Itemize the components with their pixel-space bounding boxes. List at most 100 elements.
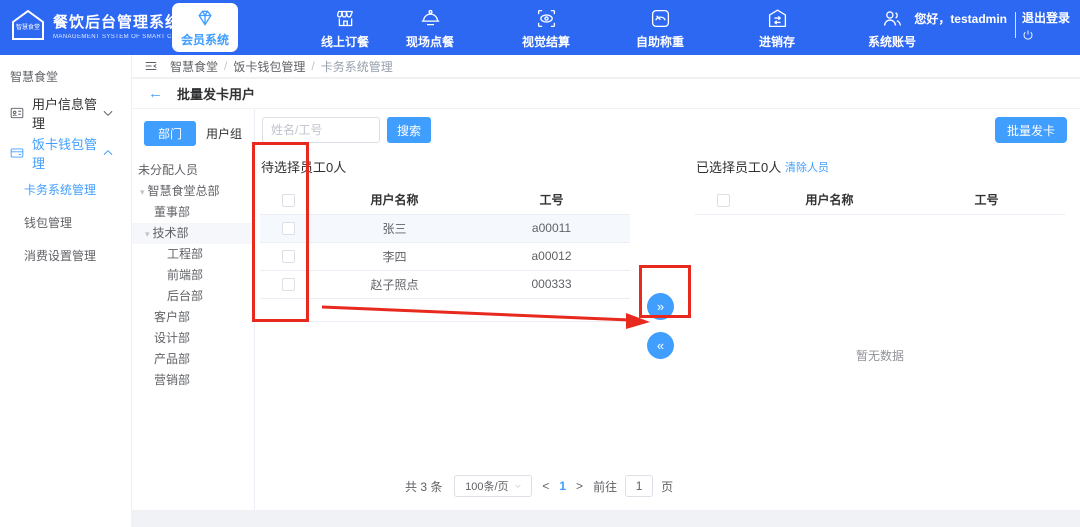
tree-node[interactable]: 后台部: [132, 286, 254, 307]
employee-id: a00012: [473, 242, 630, 270]
content-card: ← 批量发卡用户 部门 用户组 未分配人员 ▾智慧食堂总部 董事部 ▾技术部 工…: [132, 79, 1080, 510]
app-root: 智慧食堂 餐饮后台管理系统 MANAGEMENT SYSTEM OF SMART…: [0, 0, 1080, 527]
sidebar-subitem-card-system[interactable]: 卡务系统管理: [0, 173, 131, 206]
tree-node[interactable]: 前端部: [132, 265, 254, 286]
tab-user-group[interactable]: 用户组: [206, 125, 242, 142]
tree-node[interactable]: 产品部: [132, 349, 254, 370]
power-icon: [1022, 29, 1034, 41]
clear-selected-link[interactable]: 清除人员: [785, 159, 829, 175]
department-tree-panel: 部门 用户组 未分配人员 ▾智慧食堂总部 董事部 ▾技术部 工程部 前端部 后台…: [132, 109, 255, 510]
chevron-up-icon: [101, 146, 115, 160]
total-count: 共 3 条: [405, 478, 442, 495]
nav-item-inventory[interactable]: 进销存: [735, 8, 819, 50]
sidebar-subitem-wallet[interactable]: 钱包管理: [0, 206, 131, 239]
sidebar-section-label: 智慧食堂: [0, 55, 131, 85]
table-spacer-row: [260, 298, 630, 321]
nav-item-online-order[interactable]: 线上订餐: [303, 8, 387, 50]
app-logo: 智慧食堂 餐饮后台管理系统 MANAGEMENT SYSTEM OF SMART…: [10, 8, 199, 42]
select-all-checkbox[interactable]: [717, 194, 730, 207]
row-checkbox[interactable]: [282, 250, 295, 263]
scan-eye-icon: [536, 8, 557, 29]
prev-page-button[interactable]: <: [540, 479, 551, 493]
chevron-down-icon: [101, 106, 115, 120]
nav-item-visual-checkout[interactable]: 视觉结算: [504, 8, 588, 50]
top-header: 智慧食堂 餐饮后台管理系统 MANAGEMENT SYSTEM OF SMART…: [0, 0, 1080, 55]
logout-button[interactable]: 退出登录: [1022, 10, 1074, 44]
page-title: 批量发卡用户: [177, 84, 255, 103]
move-right-button[interactable]: »: [647, 293, 674, 320]
employee-id: a00011: [473, 214, 630, 242]
breadcrumb-item[interactable]: 饭卡钱包管理: [233, 58, 305, 75]
dish-icon: [420, 8, 441, 29]
tree-node[interactable]: ▾智慧食堂总部: [132, 181, 254, 202]
column-header: 工号: [908, 186, 1065, 214]
tab-department[interactable]: 部门: [144, 121, 196, 146]
card-header: ← 批量发卡用户: [132, 79, 1080, 109]
pagination: 共 3 条 100条/页 < 1 > 前往 页: [405, 475, 673, 497]
goto-page-input[interactable]: [625, 475, 653, 497]
svg-text:智慧食堂: 智慧食堂: [16, 23, 40, 31]
next-page-button[interactable]: >: [574, 479, 585, 493]
employee-id: 000333: [473, 270, 630, 298]
main-area: 智慧食堂 / 饭卡钱包管理 / 卡务系统管理 ← 批量发卡用户 部门 用户组 未…: [132, 55, 1080, 527]
tree-node[interactable]: 董事部: [132, 202, 254, 223]
chevron-down-icon: [514, 482, 522, 490]
employee-name: 李四: [316, 242, 473, 270]
goto-label: 前往: [593, 478, 617, 495]
warehouse-icon: [767, 8, 788, 29]
table-header-row: 用户名称 工号: [695, 186, 1065, 214]
table-row: 赵子照点 000333: [260, 270, 630, 298]
caret-icon: ▾: [145, 229, 150, 239]
move-left-button[interactable]: «: [647, 332, 674, 359]
users-icon: [882, 8, 903, 29]
selected-list-title: 已选择员工0人: [696, 157, 781, 176]
divider: [1015, 12, 1016, 38]
search-button[interactable]: 搜索: [387, 117, 431, 143]
breadcrumb: 智慧食堂 / 饭卡钱包管理 / 卡务系统管理: [132, 55, 1080, 78]
selected-employees-table: 用户名称 工号: [695, 186, 1065, 215]
sidebar-item-card-wallet[interactable]: 饭卡钱包管理: [0, 133, 131, 173]
breadcrumb-current: 卡务系统管理: [321, 58, 393, 75]
row-checkbox[interactable]: [282, 222, 295, 235]
search-input[interactable]: [262, 117, 380, 143]
tree-node-selected[interactable]: ▾技术部: [132, 223, 254, 244]
column-header: 用户名称: [316, 186, 473, 214]
employee-name: 张三: [316, 214, 473, 242]
greeting-text: 您好，testadmin: [914, 10, 1007, 28]
caret-icon: ▾: [140, 187, 145, 197]
gem-icon: [195, 8, 215, 28]
table-header-row: 用户名称 工号: [260, 186, 630, 214]
current-page[interactable]: 1: [559, 479, 566, 493]
collapse-menu-icon[interactable]: [144, 59, 158, 73]
column-header: 工号: [473, 186, 630, 214]
breadcrumb-item[interactable]: 智慧食堂: [170, 58, 218, 75]
pending-employees-table: 用户名称 工号 张三 a00011 李四 a00012: [260, 186, 630, 322]
wallet-icon: [10, 146, 24, 160]
table-row: 张三 a00011: [260, 214, 630, 242]
goto-unit: 页: [661, 478, 673, 495]
tree-node[interactable]: 客户部: [132, 307, 254, 328]
column-header: 用户名称: [751, 186, 908, 214]
nav-item-onsite-order[interactable]: 现场点餐: [388, 8, 472, 50]
row-checkbox[interactable]: [282, 278, 295, 291]
scale-icon: [650, 8, 671, 29]
pending-list-title: 待选择员工0人: [261, 157, 346, 176]
left-sidebar: 智慧食堂 用户信息管理 饭卡钱包管理 卡务系统管理 钱包管理 消费设置管理: [0, 55, 132, 527]
storefront-icon: [335, 8, 356, 29]
empty-state-text: 暂无数据: [695, 347, 1065, 364]
tree-node[interactable]: 未分配人员: [132, 160, 254, 181]
tree-node[interactable]: 营销部: [132, 370, 254, 391]
page-size-select[interactable]: 100条/页: [454, 475, 532, 497]
batch-issue-card-button[interactable]: 批量发卡: [995, 117, 1067, 143]
smart-canteen-logo-icon: 智慧食堂: [10, 8, 46, 42]
tree-node[interactable]: 工程部: [132, 244, 254, 265]
id-card-icon: [10, 106, 24, 120]
back-button[interactable]: ←: [148, 85, 163, 102]
tree-node[interactable]: 设计部: [132, 328, 254, 349]
select-all-checkbox[interactable]: [282, 194, 295, 207]
nav-item-member-system[interactable]: 会员系统: [172, 3, 238, 52]
nav-item-self-weighing[interactable]: 自助称重: [618, 8, 702, 50]
sidebar-subitem-consume-settings[interactable]: 消费设置管理: [0, 239, 131, 272]
sidebar-item-user-info[interactable]: 用户信息管理: [0, 93, 131, 133]
employee-name: 赵子照点: [316, 270, 473, 298]
